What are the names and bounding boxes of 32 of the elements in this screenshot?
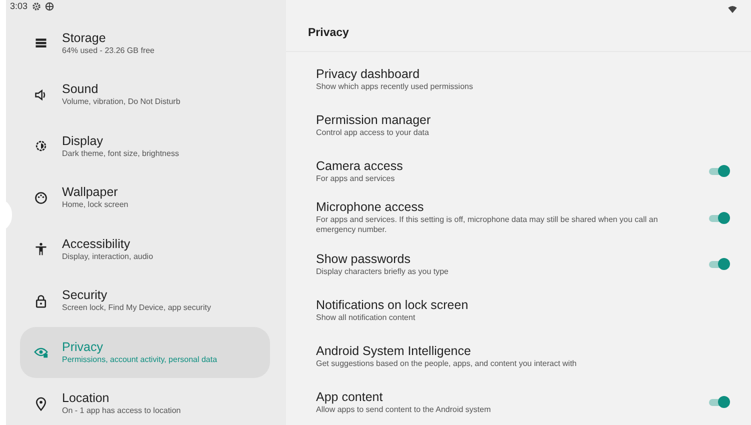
- speaker-icon: [34, 88, 48, 102]
- toggle-switch[interactable]: [709, 396, 729, 408]
- setting-row[interactable]: Notifications on lock screen Show all notification content: [286, 287, 751, 333]
- status-time: 3:03: [10, 0, 28, 13]
- settings-icon: [32, 2, 41, 12]
- brightness-icon: [34, 139, 48, 154]
- setting-row[interactable]: Microphone access For apps and services. If this setting is off, microphone data may still be shared when you call an emergency number.: [286, 194, 751, 241]
- toggle-switch[interactable]: [709, 165, 729, 177]
- wifi-icon: [728, 6, 737, 13]
- globe-icon: [44, 2, 54, 12]
- setting-row[interactable]: Privacy dashboard Show which apps recently used permissions: [286, 56, 751, 102]
- toggle-switch[interactable]: [709, 212, 729, 224]
- setting-row[interactable]: Permission manager Control app access to your data: [286, 102, 751, 148]
- person-icon: [34, 242, 48, 256]
- page-title: Privacy: [308, 27, 349, 41]
- sidebar-item[interactable]: Wallpaper Home, lock screen: [20, 172, 270, 224]
- sidebar-item[interactable]: Storage 64% used - 23.26 GB free: [20, 18, 270, 69]
- palette-icon: [34, 190, 48, 205]
- storage-icon: [34, 36, 48, 50]
- setting-row[interactable]: Show passwords Display characters briefly as you type: [286, 241, 751, 287]
- setting-row[interactable]: Camera access For apps and services: [286, 148, 751, 194]
- eye-icon: [34, 345, 48, 360]
- sidebar-item[interactable]: Sound Volume, vibration, Do Not Disturb: [20, 69, 270, 120]
- lock-icon: [34, 294, 48, 308]
- sidebar-item[interactable]: Security Screen lock, Find My Device, app security: [20, 275, 270, 326]
- location-pin-icon: [34, 396, 48, 411]
- sidebar-item[interactable]: Accessibility Display, interaction, audio: [20, 224, 270, 275]
- sidebar-item[interactable]: Location On - 1 app has access to location: [20, 378, 270, 425]
- setting-row[interactable]: Android System Intelligence Get suggestions based on the people, apps, and content you interact with: [286, 333, 751, 379]
- sidebar-item[interactable]: Display Dark theme, font size, brightness: [20, 120, 270, 172]
- setting-row[interactable]: App content Allow apps to send content to the Android system: [286, 379, 751, 425]
- toggle-switch[interactable]: [709, 258, 729, 270]
